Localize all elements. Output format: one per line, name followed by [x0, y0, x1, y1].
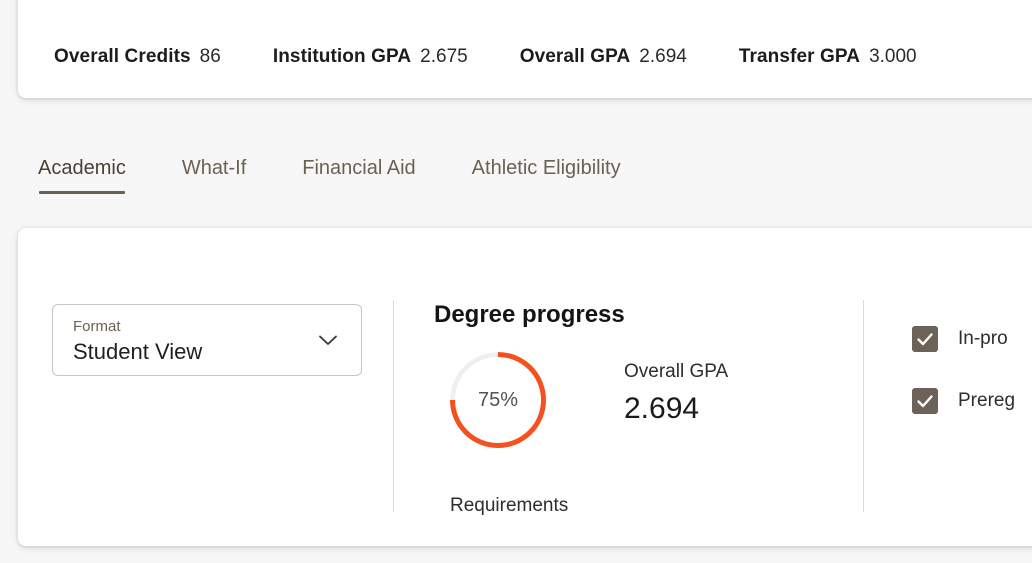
overall-gpa-label: Overall GPA	[624, 361, 729, 382]
tab-label: Academic	[38, 157, 126, 179]
tab-athletic-eligibility[interactable]: Athletic Eligibility	[472, 156, 621, 194]
tab-financial-aid[interactable]: Financial Aid	[302, 156, 415, 194]
chevron-down-icon	[315, 327, 341, 353]
stat-overall-gpa: Overall GPA 2.694	[520, 46, 687, 68]
checkbox-checked-icon[interactable]	[912, 326, 938, 352]
overall-gpa-block: Overall GPA 2.694	[624, 360, 728, 428]
stat-label: Overall GPA	[519, 46, 631, 67]
section-divider-left	[393, 300, 394, 512]
format-select-value: Student View	[73, 339, 203, 364]
legend-item-in-progress[interactable]: In-pro	[912, 326, 1032, 352]
stat-label: Institution GPA	[272, 46, 412, 67]
stat-label: Transfer GPA	[738, 46, 861, 67]
stat-value: 2.675	[420, 46, 468, 67]
stat-overall-credits: Overall Credits 86	[54, 46, 221, 68]
format-select[interactable]: Format Student View	[52, 304, 362, 376]
degree-progress-title: Degree progress	[434, 301, 625, 328]
student-summary-card: Overall Credits 86 Institution GPA 2.675…	[18, 0, 1032, 98]
tab-what-if[interactable]: What-If	[182, 156, 246, 194]
legend-item-label: In-pro	[958, 328, 1008, 349]
stat-label: Overall Credits	[54, 46, 191, 67]
stat-value: 3.000	[869, 46, 917, 67]
stat-value: 86	[199, 46, 221, 67]
stat-institution-gpa: Institution GPA 2.675	[273, 46, 468, 68]
class-filter-legend: In-pro Prereg	[912, 326, 1032, 414]
section-divider-right	[863, 300, 864, 512]
main-tabs: Academic What-If Financial Aid Athletic …	[38, 138, 621, 194]
degree-progress-percent: 75%	[477, 388, 519, 411]
legend-item-preregistered[interactable]: Prereg	[912, 388, 1032, 414]
degree-progress-donut: 75%	[448, 350, 548, 450]
tab-label: Athletic Eligibility	[471, 157, 621, 179]
overall-gpa-value: 2.694	[624, 392, 700, 425]
stat-value: 2.694	[639, 46, 687, 67]
tab-academic[interactable]: Academic	[38, 156, 126, 194]
stat-transfer-gpa: Transfer GPA 3.000	[739, 46, 917, 68]
requirements-label: Requirements	[450, 495, 569, 516]
tab-label: Financial Aid	[302, 157, 416, 179]
checkbox-checked-icon[interactable]	[912, 388, 938, 414]
summary-stats-row: Overall Credits 86 Institution GPA 2.675…	[54, 46, 917, 68]
legend-item-label: Prereg	[958, 390, 1016, 411]
degree-progress-section: Degree progress 75% Overall GPA 2.694 Re…	[434, 300, 854, 516]
tab-label: What-If	[181, 157, 247, 179]
audit-content-card: Format Student View Degree progress 75% …	[18, 228, 1032, 546]
format-select-label: Format	[73, 318, 121, 335]
